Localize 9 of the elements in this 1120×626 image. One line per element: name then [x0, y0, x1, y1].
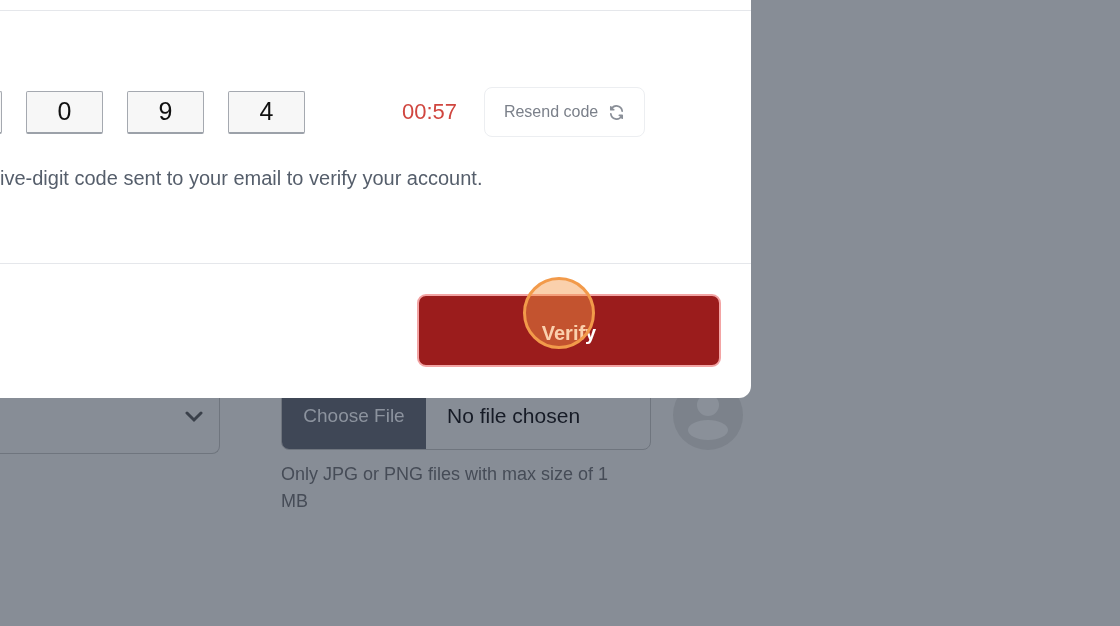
countdown-timer: 00:57 [402, 99, 458, 125]
instruction-text: ive-digit code sent to your email to verify your account. [0, 167, 484, 190]
file-hint: Only JPG or PNG files with max size of 1 MB [281, 463, 610, 513]
code-box[interactable]: 4 [228, 90, 305, 134]
refresh-icon [608, 103, 626, 121]
chevron-down-icon [185, 410, 203, 423]
code-box[interactable]: 0 [26, 90, 103, 134]
code-box[interactable]: 9 [127, 90, 204, 134]
resend-code-button[interactable]: Resend code [484, 87, 646, 137]
